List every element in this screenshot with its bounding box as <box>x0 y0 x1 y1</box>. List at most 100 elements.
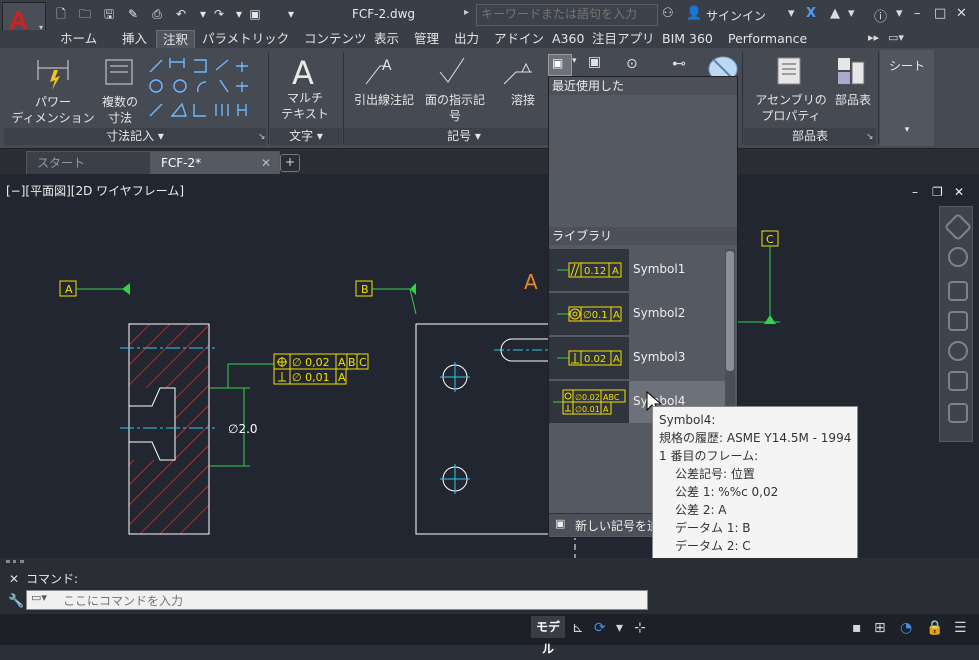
ribbon-tab[interactable]: 管理 <box>408 30 445 48</box>
scrollbar-thumb[interactable] <box>726 251 734 371</box>
customize-qat-icon[interactable]: ▾ <box>282 6 300 22</box>
model-space-button[interactable]: モデル <box>531 616 565 656</box>
steering-wheel-icon[interactable] <box>948 247 968 267</box>
balloon-icon[interactable]: ⊙ <box>626 56 638 72</box>
sheet-expand-icon[interactable]: ▾ <box>880 122 934 138</box>
ribbon-tab[interactable]: Performance <box>722 30 813 48</box>
dimension-panel-label[interactable]: 寸法記入 ▾ <box>4 128 266 145</box>
library-symbol-item[interactable]: ∅0.1 A Symbol2 <box>549 293 725 335</box>
dimension-panel-launcher-icon[interactable]: ↘ <box>258 132 266 142</box>
fcf-dropdown-icon[interactable]: ▾ <box>572 56 577 66</box>
customization-icon[interactable]: ☰ <box>954 620 967 636</box>
ribbon-tab[interactable]: A360 <box>546 30 590 48</box>
signin-button[interactable]: サインイン <box>706 7 766 24</box>
plot-icon[interactable]: ▣ <box>246 6 264 22</box>
command-input[interactable] <box>61 591 645 611</box>
ribbon-minimize-icon[interactable]: ▭▾ <box>888 31 904 44</box>
a360-dropdown-icon[interactable]: ▾ <box>848 6 855 21</box>
datum-label-icon[interactable]: ▣ <box>588 54 601 70</box>
pin-icon[interactable]: ⊷ <box>672 56 686 72</box>
multiple-dimension-icon[interactable] <box>104 56 134 88</box>
open-folder-icon[interactable]: 🗀 <box>76 6 94 22</box>
ribbon-tab[interactable]: 注目アプリ <box>586 30 661 48</box>
library-symbol-item[interactable]: 0.12 A Symbol1 <box>549 249 725 291</box>
file-tab-fcf2[interactable]: FCF-2* ✕ <box>150 151 280 174</box>
save-icon[interactable]: 🖫 <box>100 6 118 22</box>
new-file-icon[interactable]: 🗋 <box>52 6 70 22</box>
exchange-icon[interactable]: X <box>806 6 816 21</box>
help-icon[interactable]: ⓘ <box>874 6 887 25</box>
viewcube-icon[interactable] <box>943 212 973 242</box>
search-input[interactable] <box>477 5 657 23</box>
multiline-text-icon[interactable]: A <box>292 54 314 92</box>
sheet-panel[interactable]: シート ▾ <box>880 50 934 146</box>
minimize-icon[interactable]: – <box>914 6 921 21</box>
ribbon-tab[interactable]: コンテンツ <box>298 30 373 48</box>
grid-icon[interactable]: ⊾ <box>572 620 584 636</box>
power-dimension-icon[interactable] <box>34 56 74 92</box>
ribbon-tab[interactable]: アドイン <box>488 30 550 48</box>
ribbon-tab[interactable]: 注釈 <box>156 30 196 49</box>
file-tab-start[interactable]: スタート <box>26 151 166 174</box>
grip-icon[interactable] <box>6 560 24 571</box>
leader-note-button[interactable]: 引出線注記 <box>346 92 422 108</box>
pan-icon[interactable] <box>948 281 968 301</box>
library-scrollbar[interactable] <box>725 249 735 427</box>
user-icon[interactable]: 👤 <box>686 6 702 21</box>
save-as-icon[interactable]: ✎ <box>124 6 142 22</box>
ribbon-tab[interactable]: 挿入 <box>116 30 153 48</box>
ribbon-tab[interactable]: パラメトリック <box>196 30 295 48</box>
maximize-icon[interactable]: □ <box>934 6 946 21</box>
ribbon-tab[interactable]: 出力 <box>448 30 485 48</box>
annotation-monitor-icon[interactable]: 🔒 <box>926 620 943 636</box>
multiple-dimension-button[interactable]: 複数の 寸法 <box>98 94 142 126</box>
help-dropdown-icon[interactable]: ▾ <box>896 6 903 21</box>
text-panel-label[interactable]: 文字 ▾ <box>270 128 342 145</box>
close-command-line-icon[interactable]: ✕ <box>9 572 19 586</box>
leader-note-icon[interactable]: A <box>364 56 398 86</box>
undo-icon[interactable]: ↶ <box>172 6 190 22</box>
parts-list-icon[interactable] <box>836 56 868 88</box>
zoom-extents-icon[interactable] <box>948 311 968 331</box>
command-input-box[interactable]: ▭▾ <box>26 590 648 611</box>
library-symbol-item[interactable]: 0.02 A Symbol3 <box>549 337 725 379</box>
showmotion-icon[interactable] <box>948 371 968 391</box>
customize-wrench-icon[interactable]: 🔧 <box>8 594 24 609</box>
clean-screen-icon[interactable]: ◔ <box>900 620 912 636</box>
signin-dropdown-icon[interactable]: ▾ <box>788 6 795 21</box>
ribbon-tab[interactable]: ホーム <box>54 30 103 48</box>
osnap-icon[interactable]: ⊹ <box>634 620 646 636</box>
parts-panel-launcher-icon[interactable]: ↘ <box>866 132 874 142</box>
more-tabs-icon[interactable]: ▸▸ <box>868 31 879 44</box>
ribbon-tab[interactable]: 表示 <box>368 30 405 48</box>
search-arrow-icon[interactable]: ▸ <box>464 7 469 18</box>
multiline-text-button[interactable]: マルチ テキスト <box>272 90 338 122</box>
search-box[interactable] <box>476 4 658 26</box>
binoculars-icon[interactable]: ⚇ <box>662 6 674 21</box>
new-tab-icon[interactable]: + <box>280 154 300 172</box>
parts-list-button[interactable]: 部品表 <box>830 92 876 108</box>
surface-texture-button[interactable]: 面の指示記 号 <box>420 92 490 124</box>
print-icon[interactable]: ⎙ <box>148 6 166 22</box>
parts-panel-label[interactable]: 部品表 <box>744 128 876 145</box>
orbit-icon[interactable] <box>948 341 968 361</box>
fcf-symbol-button[interactable]: ▣ <box>548 54 572 76</box>
polar-tracking-icon[interactable]: ⟳ <box>594 620 606 636</box>
assembly-properties-icon[interactable] <box>776 56 806 88</box>
surface-texture-icon[interactable] <box>438 56 468 86</box>
hardware-accel-icon[interactable]: ⊞ <box>874 620 886 636</box>
navbar-options-icon[interactable] <box>948 403 968 423</box>
isolate-icon[interactable]: ▪ <box>852 620 862 636</box>
close-window-icon[interactable]: ✕ <box>956 6 967 21</box>
power-dimension-button[interactable]: パワー ディメンション <box>6 94 100 126</box>
close-tab-icon[interactable]: ✕ <box>261 152 271 174</box>
ribbon-tab[interactable]: BIM 360 <box>656 30 719 48</box>
polar-dropdown-icon[interactable]: ▾ <box>616 620 623 636</box>
autodesk-a360-icon[interactable]: ▲ <box>830 6 840 21</box>
welding-button[interactable]: 溶接 <box>500 92 546 108</box>
welding-icon[interactable] <box>502 56 536 86</box>
assembly-properties-button[interactable]: アセンブリの プロパティ <box>752 92 830 124</box>
redo-icon[interactable]: ↷ <box>210 6 228 22</box>
command-prompt-icon[interactable]: ▭▾ <box>31 591 47 604</box>
navigation-bar[interactable] <box>939 206 973 442</box>
